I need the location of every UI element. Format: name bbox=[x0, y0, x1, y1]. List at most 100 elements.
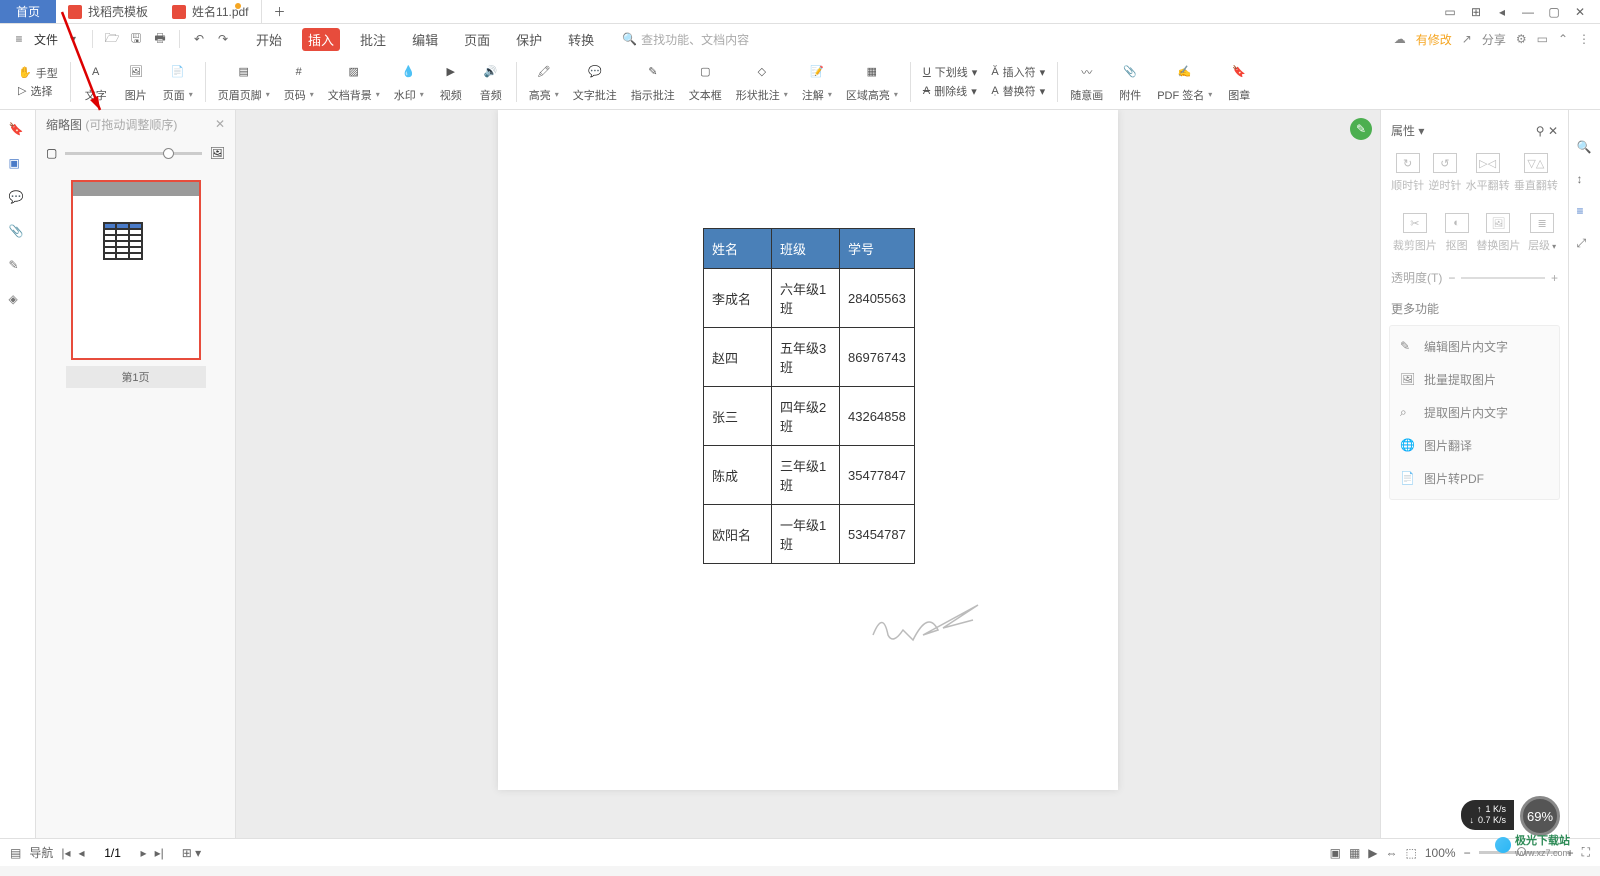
zoom-out-icon[interactable]: − bbox=[1464, 846, 1471, 860]
tab-add[interactable]: ＋ bbox=[261, 0, 298, 23]
fullscreen-icon[interactable]: ⛶ bbox=[1582, 845, 1590, 860]
prev-page-icon[interactable]: ◂ bbox=[79, 846, 85, 860]
pin-icon[interactable]: ⚲ bbox=[1536, 124, 1545, 138]
ribbon-tab-page[interactable]: 页面 bbox=[458, 28, 496, 51]
comment-icon[interactable]: 💬 bbox=[9, 190, 27, 208]
tool-watermark[interactable]: 💧水印 bbox=[388, 61, 430, 103]
next-page-icon[interactable]: ▸ bbox=[141, 846, 147, 860]
close-icon[interactable]: ✕ bbox=[1570, 2, 1590, 22]
tool-text-annot[interactable]: 💬文字批注 bbox=[567, 61, 623, 103]
magnify-icon[interactable]: 🔍 bbox=[1577, 140, 1593, 156]
nav-label[interactable]: 导航 bbox=[29, 844, 53, 861]
image-to-pdf[interactable]: 📄图片转PDF bbox=[1394, 462, 1555, 495]
window-icon[interactable]: ▭ bbox=[1537, 32, 1548, 46]
tool-b-icon[interactable]: ↕ bbox=[1577, 172, 1593, 188]
view-mode-3-icon[interactable]: ▶ bbox=[1368, 846, 1377, 860]
ribbon-search[interactable]: 🔍 查找功能、文档内容 bbox=[622, 31, 749, 48]
crop-image[interactable]: ✂裁剪图片 bbox=[1393, 213, 1437, 253]
view-mode-2-icon[interactable]: ▦ bbox=[1349, 846, 1360, 860]
signature-rail-icon[interactable]: ✎ bbox=[9, 258, 27, 276]
tool-image[interactable]: 🖼图片 bbox=[117, 61, 155, 103]
print-icon[interactable]: 🖶 bbox=[151, 30, 169, 48]
tool-hand[interactable]: ✋ 手型 bbox=[18, 65, 58, 81]
props-close-icon[interactable]: ✕ bbox=[1548, 124, 1558, 138]
mask-image[interactable]: ◐抠图 bbox=[1445, 213, 1469, 253]
last-page-icon[interactable]: ▸| bbox=[155, 846, 164, 860]
layout-icon[interactable]: ▭ bbox=[1440, 2, 1460, 22]
ribbon-tab-start[interactable]: 开始 bbox=[250, 28, 288, 51]
thumbnail-page-1[interactable]: 第1页 bbox=[66, 180, 206, 388]
collab-badge[interactable]: ✎ bbox=[1350, 118, 1372, 140]
gear-icon[interactable]: ⚙ bbox=[1516, 32, 1527, 46]
ribbon-tab-insert[interactable]: 插入 bbox=[302, 28, 340, 51]
tool-select[interactable]: ▷ 选择 bbox=[18, 83, 58, 99]
canvas-area[interactable]: ✎ 姓名 班级 学号 李成名六年级1班28405563 赵四五年级3班86976… bbox=[236, 110, 1380, 838]
tool-area-highlight[interactable]: ▦区域高亮 bbox=[840, 61, 904, 103]
tool-indicator[interactable]: ✎指示批注 bbox=[625, 61, 681, 103]
rotate-ccw[interactable]: ↺逆时针 bbox=[1428, 153, 1461, 193]
share-icon[interactable]: ↗ bbox=[1462, 32, 1472, 46]
flip-v[interactable]: ▽△垂直翻转 bbox=[1514, 153, 1558, 193]
open-icon[interactable]: 🗁 bbox=[103, 30, 121, 48]
tool-attachment[interactable]: 📎附件 bbox=[1111, 61, 1149, 103]
collapse-icon[interactable]: ⌃ bbox=[1558, 32, 1568, 46]
zoom-out-thumb-icon[interactable]: ▢ bbox=[46, 146, 57, 160]
tool-highlight[interactable]: 🖍高亮 bbox=[523, 61, 565, 103]
undo-icon[interactable]: ↶ bbox=[190, 30, 208, 48]
file-menu[interactable]: 文件 bbox=[34, 31, 58, 48]
rotate-cw[interactable]: ↻顺时针 bbox=[1391, 153, 1424, 193]
tool-shape-annot[interactable]: ◇形状批注 bbox=[730, 61, 794, 103]
tool-stamp[interactable]: 🔖图章 bbox=[1220, 61, 1258, 103]
tool-insert-symbol[interactable]: Ă 插入符 ▾ bbox=[991, 64, 1045, 80]
speaker-icon[interactable]: ◂ bbox=[1492, 2, 1512, 22]
edit-image-text[interactable]: ✎编辑图片内文字 bbox=[1394, 330, 1555, 363]
expand-icon[interactable]: ⤢ bbox=[1577, 236, 1593, 252]
save-icon[interactable]: 🖫 bbox=[127, 30, 145, 48]
fit-width-icon[interactable]: ⇔ bbox=[1386, 846, 1398, 860]
chevron-down-icon[interactable]: ▾ bbox=[64, 30, 82, 48]
grid-icon[interactable]: ⊞ bbox=[1466, 2, 1486, 22]
layer-image[interactable]: ≣层级 bbox=[1528, 213, 1556, 253]
maximize-icon[interactable]: ▢ bbox=[1544, 2, 1564, 22]
first-page-icon[interactable]: |◂ bbox=[61, 846, 70, 860]
extract-image-text[interactable]: ⌕提取图片内文字 bbox=[1394, 396, 1555, 429]
tool-strikethrough[interactable]: A 删除线 ▾ bbox=[923, 83, 977, 99]
hamburger-icon[interactable]: ≡ bbox=[10, 30, 28, 48]
thumb-size-slider[interactable] bbox=[65, 152, 201, 155]
share-label[interactable]: 分享 bbox=[1482, 31, 1506, 48]
page-input[interactable] bbox=[93, 846, 133, 860]
redo-icon[interactable]: ↷ bbox=[214, 30, 232, 48]
thumbnails-icon[interactable]: ▣ bbox=[9, 156, 27, 174]
replace-image[interactable]: 🖼替换图片 bbox=[1476, 213, 1520, 253]
attachments-icon[interactable]: 📎 bbox=[9, 224, 27, 242]
tool-underline[interactable]: U 下划线 ▾ bbox=[923, 64, 977, 80]
tool-replace-symbol[interactable]: Ạ 替换符 ▾ bbox=[991, 83, 1045, 99]
tool-page-number[interactable]: #页码 bbox=[278, 61, 320, 103]
view-mode-1-icon[interactable]: ▣ bbox=[1330, 846, 1341, 860]
translate-image[interactable]: 🌐图片翻译 bbox=[1394, 429, 1555, 462]
tool-background[interactable]: ▨文档背景 bbox=[322, 61, 386, 103]
ribbon-tab-convert[interactable]: 转换 bbox=[562, 28, 600, 51]
tool-page[interactable]: 📄页面 bbox=[157, 61, 199, 103]
tool-video[interactable]: ▶视频 bbox=[432, 61, 470, 103]
flip-h[interactable]: ▷◁水平翻转 bbox=[1466, 153, 1510, 193]
ribbon-tab-edit[interactable]: 编辑 bbox=[406, 28, 444, 51]
tool-freedraw[interactable]: 〰随意画 bbox=[1064, 61, 1109, 103]
more-icon[interactable]: ⋮ bbox=[1578, 32, 1590, 46]
tool-pdf-sign[interactable]: ✍PDF 签名 bbox=[1151, 61, 1218, 103]
sliders-icon[interactable]: ≡ bbox=[1577, 204, 1593, 220]
zoom-in-thumb-icon[interactable]: 🖼 bbox=[210, 146, 225, 160]
tool-header-footer[interactable]: ▤页眉页脚 bbox=[212, 61, 276, 103]
tool-text[interactable]: A文字 bbox=[77, 61, 115, 103]
tool-textbox[interactable]: ▢文本框 bbox=[683, 61, 728, 103]
tool-note[interactable]: 📝注解 bbox=[796, 61, 838, 103]
ribbon-tab-annotate[interactable]: 批注 bbox=[354, 28, 392, 51]
nav-toggle-icon[interactable]: ▤ bbox=[10, 846, 21, 860]
batch-extract-image[interactable]: 🖼批量提取图片 bbox=[1394, 363, 1555, 396]
tool-audio[interactable]: 🔊音频 bbox=[472, 61, 510, 103]
tab-home[interactable]: 首页 bbox=[0, 0, 56, 23]
bookmark-icon[interactable]: 🔖 bbox=[9, 122, 27, 140]
tab-document[interactable]: 姓名11.pdf bbox=[160, 0, 260, 23]
tab-templates[interactable]: 找稻壳模板 bbox=[56, 0, 160, 23]
minimize-icon[interactable]: — bbox=[1518, 2, 1538, 22]
